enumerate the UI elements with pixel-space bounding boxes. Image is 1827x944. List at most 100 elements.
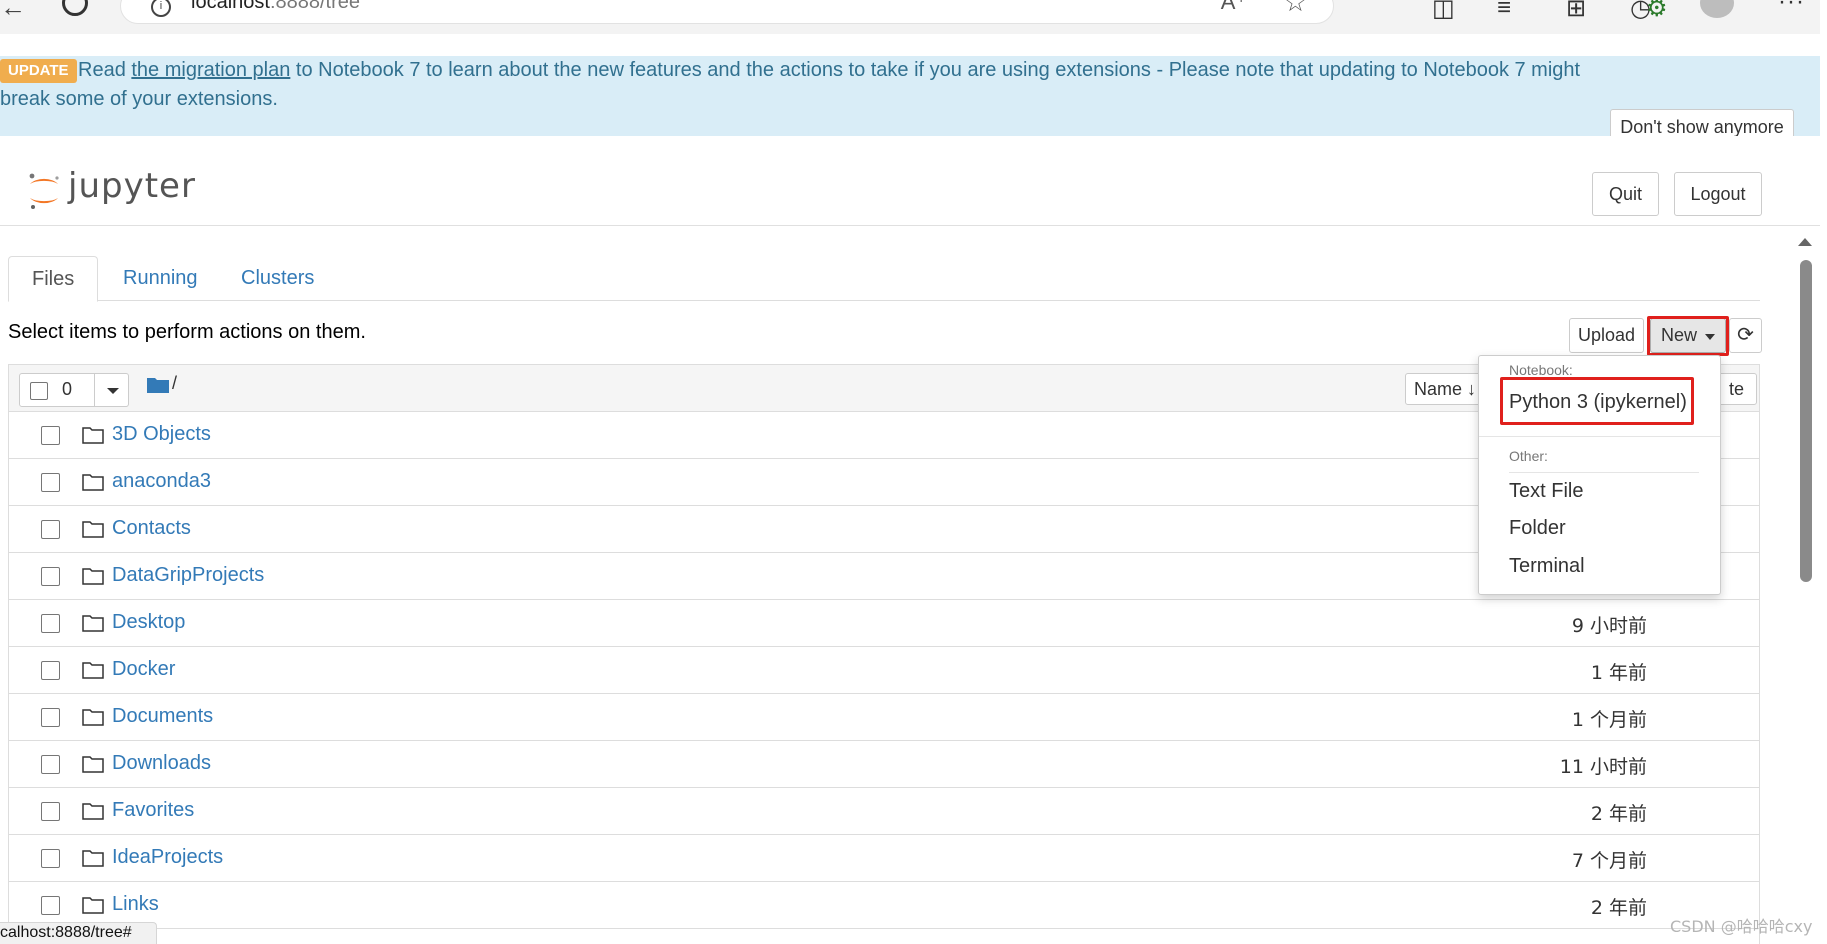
favorites-list-icon[interactable]: ≡ bbox=[1497, 0, 1511, 22]
new-dropdown-menu: Notebook: Python 3 (ipykernel) Other: Te… bbox=[1478, 355, 1721, 595]
read-aloud-icon[interactable]: A⁺ bbox=[1221, 0, 1247, 15]
file-row[interactable]: Favorites 2 年前 bbox=[9, 788, 1759, 835]
update-banner: Read the migration plan to Notebook 7 to… bbox=[0, 56, 1820, 145]
scroll-thumb[interactable] bbox=[1800, 260, 1812, 582]
quit-button[interactable]: Quit bbox=[1592, 172, 1659, 216]
migration-plan-link[interactable]: the migration plan bbox=[131, 59, 290, 81]
new-button-highlight bbox=[1647, 316, 1729, 356]
favorite-star-icon[interactable]: ☆ bbox=[1284, 0, 1307, 18]
jupyter-header: jupyter Quit Logout bbox=[0, 136, 1820, 226]
row-checkbox[interactable] bbox=[41, 614, 60, 633]
address-bar[interactable]: i localhost:8888/tree A⁺ ☆ bbox=[120, 0, 1334, 24]
file-name-link[interactable]: IdeaProjects bbox=[112, 846, 223, 869]
row-checkbox[interactable] bbox=[41, 426, 60, 445]
jupyter-window: ← i localhost:8888/tree A⁺ ☆ ◫ ≡ ⊞ ◷ ⚙ ·… bbox=[0, 0, 1827, 944]
back-arrow-icon[interactable]: ← bbox=[0, 0, 26, 23]
url-rest: :8888/tree bbox=[269, 0, 361, 13]
row-checkbox[interactable] bbox=[41, 849, 60, 868]
jupyter-logo-icon[interactable] bbox=[24, 171, 64, 211]
file-row[interactable]: Desktop 9 小时前 bbox=[9, 600, 1759, 647]
folder-icon bbox=[82, 850, 104, 867]
file-name-link[interactable]: Contacts bbox=[112, 517, 191, 540]
folder-icon bbox=[82, 803, 104, 820]
row-checkbox[interactable] bbox=[41, 755, 60, 774]
select-all-group[interactable]: 0 bbox=[19, 373, 129, 407]
file-modified: 9 小时前 bbox=[1571, 615, 1647, 637]
status-bar-url: calhost:8888/tree# bbox=[0, 922, 157, 944]
file-name-link[interactable]: DataGripProjects bbox=[112, 564, 264, 587]
row-checkbox[interactable] bbox=[41, 473, 60, 492]
file-row[interactable]: Links 2 年前 bbox=[9, 882, 1759, 929]
row-checkbox[interactable] bbox=[41, 520, 60, 539]
file-name-link[interactable]: Favorites bbox=[112, 799, 194, 822]
row-checkbox[interactable] bbox=[41, 708, 60, 727]
tab-running[interactable]: Running bbox=[100, 256, 221, 302]
scroll-up-icon[interactable] bbox=[1798, 238, 1812, 246]
more-icon[interactable]: ··· bbox=[1778, 0, 1805, 16]
tab-bar: Files Running Clusters bbox=[8, 254, 1760, 302]
menu-subdivider bbox=[1509, 472, 1699, 473]
refresh-icon[interactable]: ⟳ bbox=[1729, 318, 1762, 353]
folder-icon bbox=[82, 568, 104, 585]
select-menu-caret-icon[interactable] bbox=[107, 388, 119, 394]
file-modified: 7 个月前 bbox=[1571, 850, 1647, 872]
tab-files[interactable]: Files bbox=[8, 256, 98, 302]
file-name-link[interactable]: Desktop bbox=[112, 611, 185, 634]
banner-text-before: Read bbox=[78, 59, 132, 81]
tab-clusters[interactable]: Clusters bbox=[218, 256, 337, 302]
address-url[interactable]: localhost:8888/tree bbox=[191, 0, 360, 14]
row-checkbox[interactable] bbox=[41, 896, 60, 915]
file-name-link[interactable]: Docker bbox=[112, 658, 175, 681]
folder-icon bbox=[82, 662, 104, 679]
browser-toolbar: ← i localhost:8888/tree A⁺ ☆ ◫ ≡ ⊞ ◷ ⚙ ·… bbox=[0, 0, 1827, 34]
folder-icon bbox=[82, 709, 104, 726]
folder-icon bbox=[82, 521, 104, 538]
folder-solid-icon[interactable] bbox=[147, 377, 169, 393]
upload-button[interactable]: Upload bbox=[1569, 318, 1644, 353]
file-modified: 11 小时前 bbox=[1559, 756, 1647, 778]
browser-essentials-icon[interactable]: ⚙ bbox=[1646, 0, 1668, 23]
folder-icon bbox=[82, 427, 104, 444]
watermark: CSDN @哈哈哈cxy bbox=[1670, 917, 1813, 936]
breadcrumb[interactable]: / bbox=[172, 373, 177, 394]
notebook-section-header: Notebook: bbox=[1509, 362, 1573, 378]
menu-item-folder[interactable]: Folder bbox=[1509, 517, 1566, 540]
jupyter-logo-text[interactable]: jupyter bbox=[68, 166, 196, 206]
window-edge bbox=[1820, 0, 1827, 944]
folder-icon bbox=[82, 615, 104, 632]
file-row[interactable]: Documents 1 个月前 bbox=[9, 694, 1759, 741]
file-modified: 1 个月前 bbox=[1571, 709, 1647, 731]
selection-hint: Select items to perform actions on them. bbox=[8, 321, 366, 343]
profile-avatar[interactable] bbox=[1700, 0, 1734, 18]
file-name-link[interactable]: Downloads bbox=[112, 752, 211, 775]
file-name-link[interactable]: anaconda3 bbox=[112, 470, 211, 493]
reload-icon[interactable] bbox=[62, 0, 88, 16]
url-host: localhost bbox=[191, 0, 270, 13]
file-row[interactable]: Docker 1 年前 bbox=[9, 647, 1759, 694]
logout-button[interactable]: Logout bbox=[1674, 172, 1762, 216]
banner-message: Read the migration plan to Notebook 7 to… bbox=[0, 56, 1590, 114]
file-modified: 2 年前 bbox=[1590, 897, 1647, 919]
site-info-icon[interactable]: i bbox=[151, 0, 171, 17]
file-name-link[interactable]: Links bbox=[112, 893, 159, 916]
row-checkbox[interactable] bbox=[41, 802, 60, 821]
file-modified: 2 年前 bbox=[1590, 803, 1647, 825]
file-modified: 1 年前 bbox=[1590, 662, 1647, 684]
file-name-link[interactable]: 3D Objects bbox=[112, 423, 211, 446]
select-divider bbox=[94, 374, 95, 406]
folder-icon bbox=[82, 474, 104, 491]
row-checkbox[interactable] bbox=[41, 567, 60, 586]
split-screen-icon[interactable]: ◫ bbox=[1432, 0, 1455, 23]
file-name-link[interactable]: Documents bbox=[112, 705, 213, 728]
select-all-checkbox[interactable] bbox=[30, 382, 48, 400]
menu-item-text-file[interactable]: Text File bbox=[1509, 480, 1583, 503]
file-row[interactable]: Downloads 11 小时前 bbox=[9, 741, 1759, 788]
collections-icon[interactable]: ⊞ bbox=[1566, 0, 1586, 23]
python3-highlight bbox=[1500, 377, 1694, 425]
row-checkbox[interactable] bbox=[41, 661, 60, 680]
folder-icon bbox=[82, 897, 104, 914]
folder-icon bbox=[82, 756, 104, 773]
other-section-header: Other: bbox=[1509, 448, 1548, 464]
file-row[interactable]: IdeaProjects 7 个月前 bbox=[9, 835, 1759, 882]
menu-item-terminal[interactable]: Terminal bbox=[1509, 555, 1585, 578]
